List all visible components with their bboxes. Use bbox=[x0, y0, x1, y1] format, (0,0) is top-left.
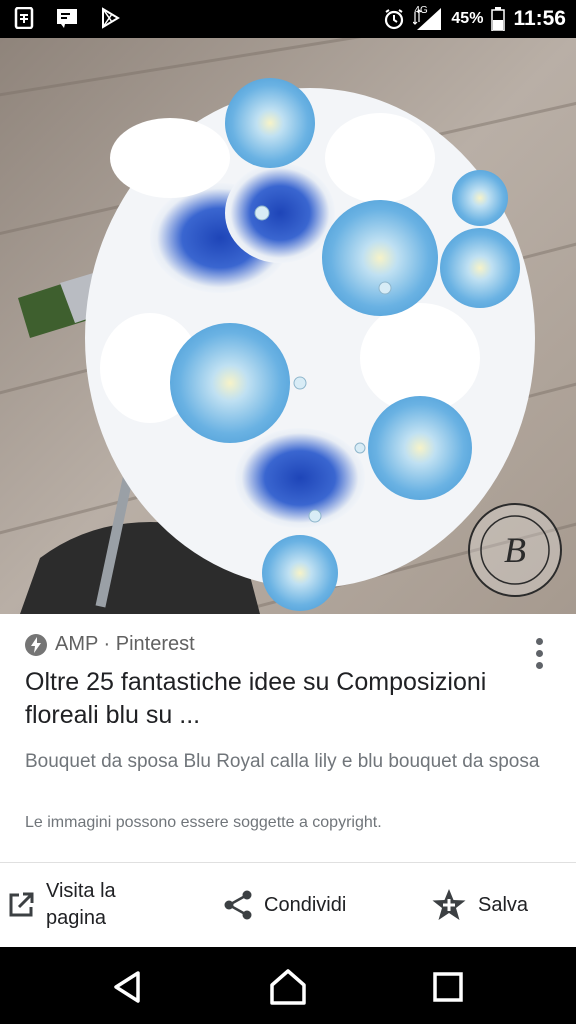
copyright-note: Le immagini possono essere soggette a co… bbox=[25, 814, 382, 831]
play-store-icon bbox=[102, 7, 120, 29]
save-star-icon bbox=[432, 889, 466, 920]
watermark-logo: B bbox=[468, 503, 562, 597]
clock: 11:56 bbox=[513, 7, 566, 30]
result-card: AMP · Pinterest Oltre 25 fantastiche ide… bbox=[0, 614, 576, 862]
status-bar: 4G 45% 11:56 bbox=[0, 0, 576, 38]
navigation-bar bbox=[0, 947, 576, 1024]
message-notification-icon bbox=[57, 9, 77, 28]
more-vert-icon[interactable] bbox=[530, 638, 548, 676]
share-icon bbox=[224, 890, 252, 920]
app-notification-icon bbox=[14, 7, 34, 29]
back-icon[interactable] bbox=[106, 965, 150, 1009]
open-in-new-icon bbox=[9, 892, 34, 917]
share-label: Condividi bbox=[264, 893, 347, 916]
action-bar: Visita la pagina Condividi Salva bbox=[0, 863, 576, 947]
battery-icon bbox=[491, 7, 506, 31]
visit-page-button[interactable]: Visita la pagina bbox=[6, 863, 146, 947]
save-button[interactable]: Salva bbox=[430, 863, 528, 947]
bouquet-image[interactable]: B bbox=[0, 38, 576, 614]
result-title[interactable]: Oltre 25 fantastiche idee su Composizion… bbox=[25, 666, 495, 732]
source-label: AMP · Pinterest bbox=[55, 633, 195, 655]
amp-lightning-icon bbox=[25, 633, 47, 656]
watermark-letter: B bbox=[504, 530, 526, 570]
save-label: Salva bbox=[478, 893, 529, 916]
result-description: Bouquet da sposa Blu Royal calla lily e … bbox=[25, 751, 540, 772]
visit-page-label: Visita la pagina bbox=[46, 880, 116, 929]
source-row[interactable]: AMP · Pinterest bbox=[25, 633, 195, 656]
alarm-icon bbox=[385, 9, 404, 30]
recents-icon[interactable] bbox=[426, 965, 470, 1009]
signal-icon: 4G bbox=[413, 6, 443, 32]
home-icon[interactable] bbox=[266, 965, 310, 1009]
battery-percent: 45% bbox=[451, 10, 484, 27]
share-button[interactable]: Condividi bbox=[222, 863, 346, 947]
